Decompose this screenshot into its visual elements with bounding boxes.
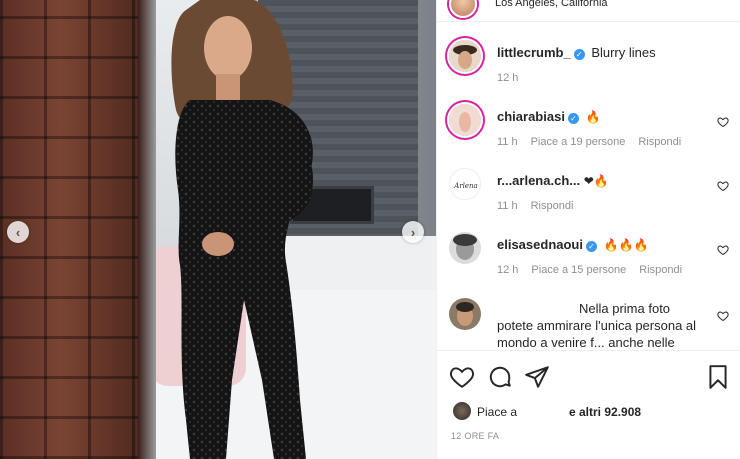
likes-prefix[interactable]: Piace a bbox=[477, 405, 517, 419]
comment-meta: 12 h Piace a 15 persone Rispondi bbox=[497, 264, 682, 276]
reply-button[interactable]: Rispondi bbox=[638, 136, 681, 148]
comment-username[interactable]: elisasednaoui bbox=[497, 237, 583, 252]
caption-body: Blurry lines bbox=[591, 45, 656, 60]
bookmark-icon[interactable] bbox=[705, 364, 731, 390]
comment-time[interactable]: 11 h bbox=[497, 200, 518, 212]
heart-icon[interactable] bbox=[717, 116, 729, 128]
heart-icon[interactable] bbox=[717, 310, 729, 322]
comment-body: ❤🔥 bbox=[583, 174, 609, 188]
comment-likes[interactable]: Piace a 15 persone bbox=[531, 264, 626, 276]
comment-username[interactable]: chiarabiasi bbox=[497, 109, 565, 124]
post-side-panel: Los Angeles, California littlecrumb_ ✓ Bl… bbox=[436, 0, 740, 459]
post-timestamp[interactable]: 12 ORE FA bbox=[451, 431, 499, 441]
comment-text: r...arlena.ch... ❤🔥 bbox=[497, 172, 609, 190]
avatar[interactable]: Arlena bbox=[449, 168, 481, 200]
comments-list: littlecrumb_ ✓ Blurry lines 12 h chiarabi… bbox=[437, 22, 740, 352]
verified-badge-icon: ✓ bbox=[585, 241, 597, 252]
avatar[interactable] bbox=[449, 232, 481, 264]
chevron-left-icon[interactable]: ‹ bbox=[7, 221, 29, 243]
avatar[interactable] bbox=[449, 40, 481, 72]
share-icon[interactable] bbox=[524, 364, 550, 390]
comment-body: 🔥🔥🔥 bbox=[603, 238, 649, 252]
comment-time[interactable]: 11 h bbox=[497, 136, 518, 148]
caption-text: littlecrumb_ ✓ Blurry lines bbox=[497, 44, 656, 61]
person-figure bbox=[171, 0, 314, 459]
caption-meta: 12 h bbox=[497, 72, 518, 84]
heart-icon[interactable] bbox=[717, 244, 729, 256]
comment-line: potete ammirare l'unica persona al bbox=[497, 318, 697, 333]
comment-text: chiarabiasi ✓ 🔥 bbox=[497, 108, 601, 126]
verified-badge-icon: ✓ bbox=[573, 49, 585, 60]
avatar[interactable] bbox=[449, 104, 481, 136]
reply-button[interactable]: Rispondi bbox=[639, 264, 682, 276]
verified-badge-icon: ✓ bbox=[567, 113, 579, 124]
liker-avatar[interactable] bbox=[453, 402, 471, 420]
comment-body: 🔥 bbox=[585, 110, 601, 124]
comment-meta: 11 h Piace a 19 persone Rispondi bbox=[497, 136, 681, 148]
comment-username[interactable]: r...arlena.ch... bbox=[497, 173, 580, 188]
caption-time[interactable]: 12 h bbox=[497, 72, 518, 84]
likes-count[interactable]: e altri 92.908 bbox=[569, 405, 641, 419]
comment-text: Nella prima foto potete ammirare l'unica… bbox=[497, 300, 727, 351]
post-photo[interactable]: ‹ › bbox=[0, 0, 436, 459]
svg-text:Arlena: Arlena bbox=[453, 182, 477, 190]
comment-line: mondo a venire f... anche nelle bbox=[497, 335, 675, 350]
comment-time[interactable]: 12 h bbox=[497, 264, 518, 276]
heart-icon[interactable] bbox=[717, 180, 729, 192]
reply-button[interactable]: Rispondi bbox=[531, 200, 574, 212]
comment-line: Nella prima foto bbox=[579, 301, 671, 316]
comment-text: elisasednaoui ✓ 🔥🔥🔥 bbox=[497, 236, 648, 254]
post-header: Los Angeles, California bbox=[437, 0, 740, 22]
comment-meta: 11 h Rispondi bbox=[497, 200, 573, 212]
avatar[interactable] bbox=[449, 298, 481, 330]
heart-icon[interactable] bbox=[449, 364, 475, 390]
comment-likes[interactable]: Piace a 19 persone bbox=[531, 136, 626, 148]
chevron-right-icon[interactable]: › bbox=[402, 221, 424, 243]
post-location[interactable]: Los Angeles, California bbox=[495, 0, 608, 9]
comment-icon[interactable] bbox=[487, 364, 513, 390]
caption-username[interactable]: littlecrumb_ bbox=[497, 45, 571, 60]
author-avatar[interactable] bbox=[449, 0, 477, 18]
